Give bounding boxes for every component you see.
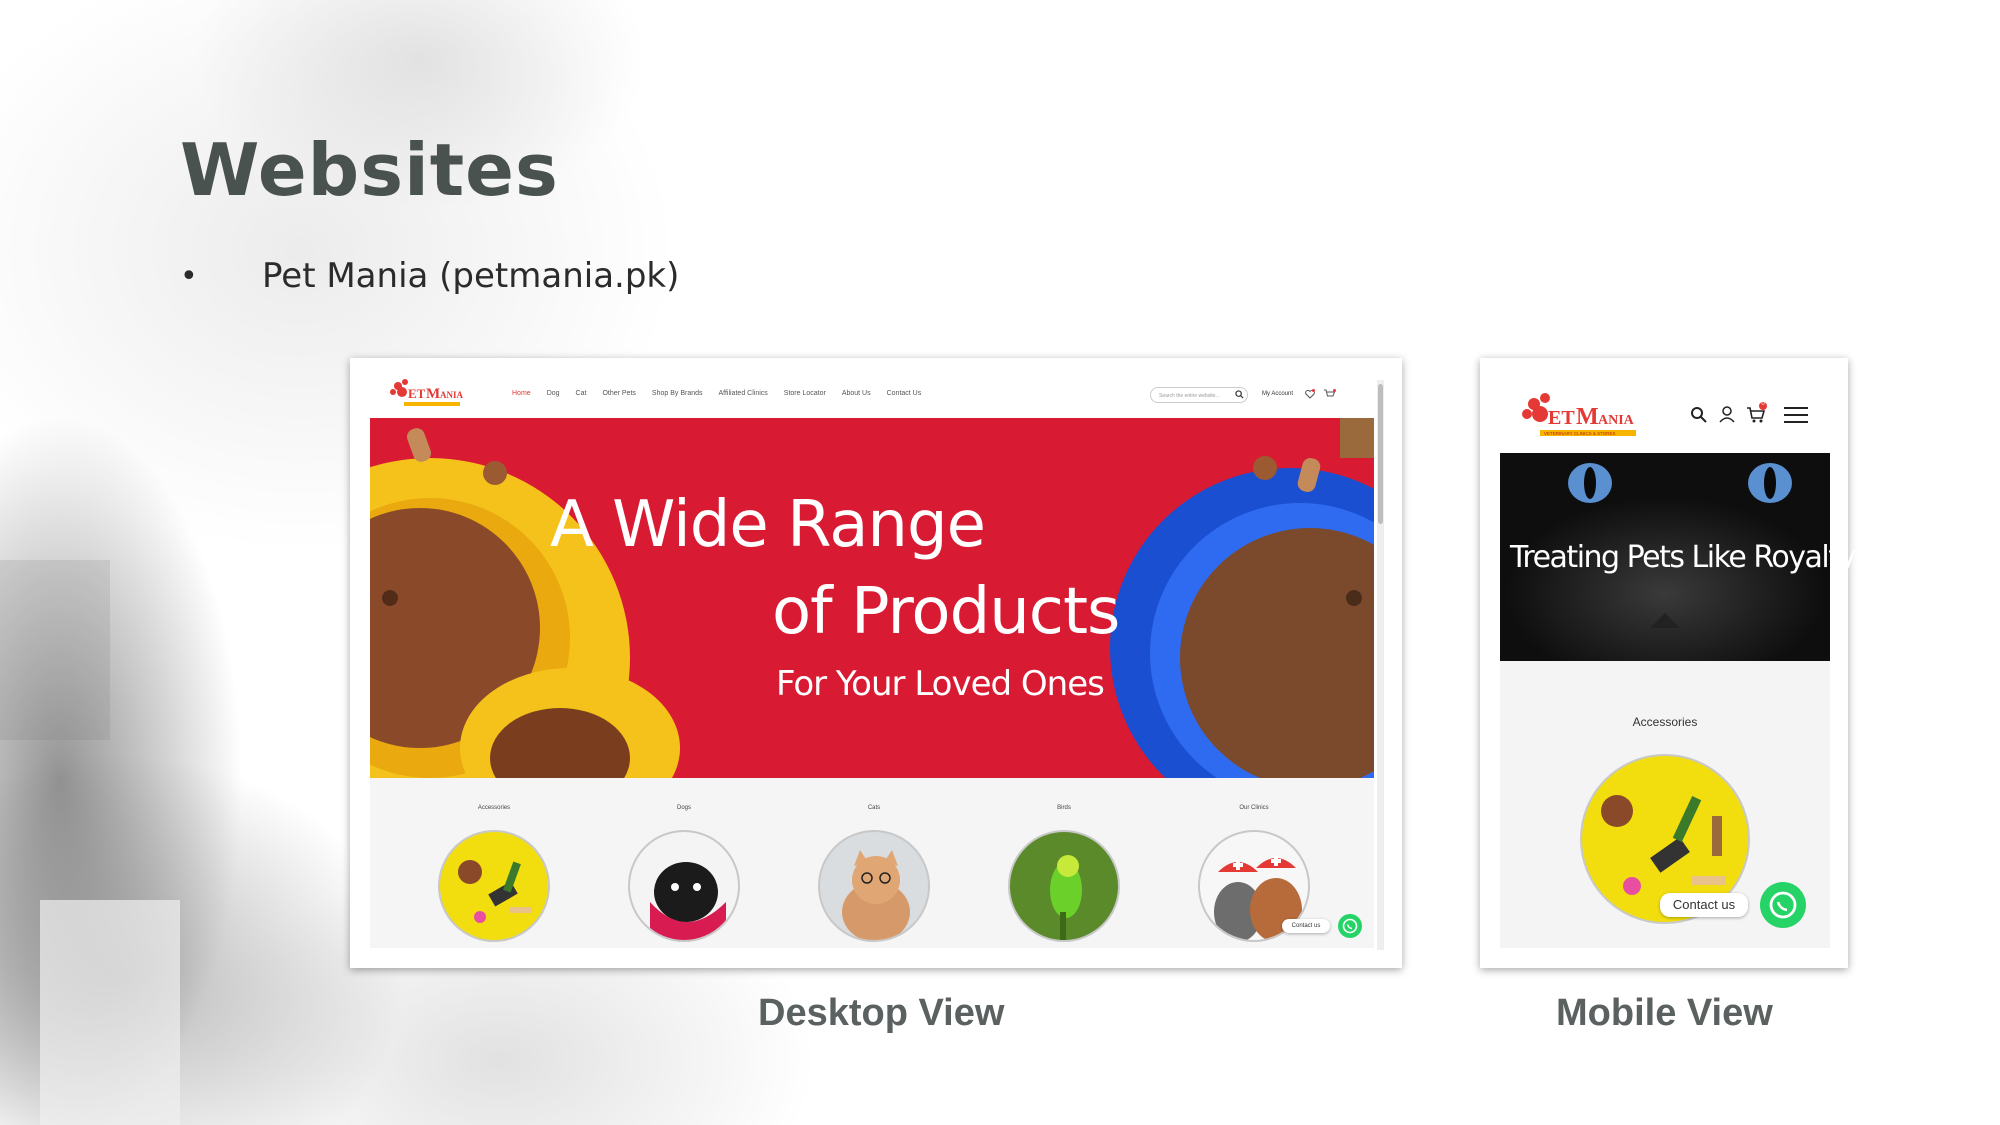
- bullet-text: Pet Mania (petmania.pk): [262, 256, 680, 296]
- svg-text:ET: ET: [1548, 407, 1575, 429]
- wishlist-icon[interactable]: [1305, 389, 1315, 399]
- mobile-cart-count: 0: [1761, 401, 1765, 407]
- svg-text:M: M: [426, 386, 440, 402]
- nav-link-affiliated-clinics[interactable]: Affiliated Clinics: [719, 390, 768, 397]
- mobile-view-caption: Mobile View: [1556, 992, 1773, 1034]
- category-label-cats: Cats: [867, 805, 881, 811]
- mobile-user-icon[interactable]: [1718, 405, 1736, 423]
- banner-heading-line-2: of Products: [772, 575, 1120, 649]
- category-label-accessories: Accessories: [477, 805, 511, 811]
- whatsapp-icon: [1769, 891, 1797, 919]
- background-shape: [0, 560, 110, 740]
- desktop-logo: ET M ANIA: [390, 379, 464, 406]
- logo-tagline: VETERINARY CLINICS & STORES: [1544, 431, 1616, 436]
- category-label-birds: Birds: [1057, 805, 1071, 811]
- desktop-whatsapp-button[interactable]: [1338, 914, 1362, 938]
- category-label-dogs: Dogs: [676, 805, 691, 811]
- banner-heading-line-1: A Wide Range: [550, 488, 986, 562]
- svg-text:M: M: [1576, 404, 1599, 430]
- slide-title: Websites: [180, 128, 559, 212]
- mobile-hero-text: Treating Pets Like Royalty: [1510, 540, 1856, 575]
- mobile-section-label: Accessories: [1632, 715, 1698, 729]
- nav-link-other-pets[interactable]: Other Pets: [602, 390, 635, 397]
- nav-link-shop-by-brands[interactable]: Shop By Brands: [652, 390, 703, 397]
- category-image-birds[interactable]: [1008, 830, 1120, 942]
- desktop-contact-us-button[interactable]: Contact us: [1282, 919, 1330, 933]
- svg-text:ANIA: ANIA: [440, 390, 464, 400]
- category-image-accessories[interactable]: [438, 830, 550, 942]
- desktop-search-input[interactable]: Search the entire website...: [1150, 387, 1248, 403]
- svg-text:ET: ET: [408, 386, 426, 401]
- nav-link-about-us[interactable]: About Us: [842, 390, 871, 397]
- hamburger-menu-icon[interactable]: [1784, 406, 1808, 424]
- nav-link-cat[interactable]: Cat: [576, 390, 587, 397]
- nav-link-store-locator[interactable]: Store Locator: [784, 390, 826, 397]
- banner-subheading: For Your Loved Ones: [776, 664, 1105, 704]
- mobile-contact-us-button[interactable]: Contact us: [1660, 893, 1748, 917]
- nav-link-contact-us[interactable]: Contact Us: [887, 390, 922, 397]
- mobile-whatsapp-button[interactable]: [1760, 882, 1806, 928]
- mobile-logo: ET M ANIA VETERINARY CLINICS & STORES: [1522, 393, 1636, 436]
- nav-link-home[interactable]: Home: [512, 390, 531, 397]
- bullet-item: • Pet Mania (petmania.pk): [180, 256, 679, 296]
- nav-link-dog[interactable]: Dog: [547, 390, 560, 397]
- bullet-dot: •: [180, 258, 198, 294]
- mobile-search-icon[interactable]: [1690, 406, 1708, 424]
- category-image-cats[interactable]: [818, 830, 930, 942]
- desktop-scrollbar-thumb[interactable]: [1378, 384, 1383, 524]
- background-shape: [40, 900, 180, 1125]
- category-image-dogs[interactable]: [628, 830, 740, 942]
- category-label-our-clinics: Our Clinics: [1239, 805, 1269, 811]
- desktop-view-caption: Desktop View: [758, 992, 1005, 1034]
- search-icon[interactable]: [1235, 390, 1244, 399]
- whatsapp-icon: [1342, 918, 1358, 934]
- svg-text:ANIA: ANIA: [1598, 413, 1635, 428]
- desktop-nav-links: Home Dog Cat Other Pets Shop By Brands A…: [512, 390, 921, 397]
- cart-icon[interactable]: [1324, 389, 1336, 399]
- desktop-account-link[interactable]: My Account: [1262, 391, 1293, 397]
